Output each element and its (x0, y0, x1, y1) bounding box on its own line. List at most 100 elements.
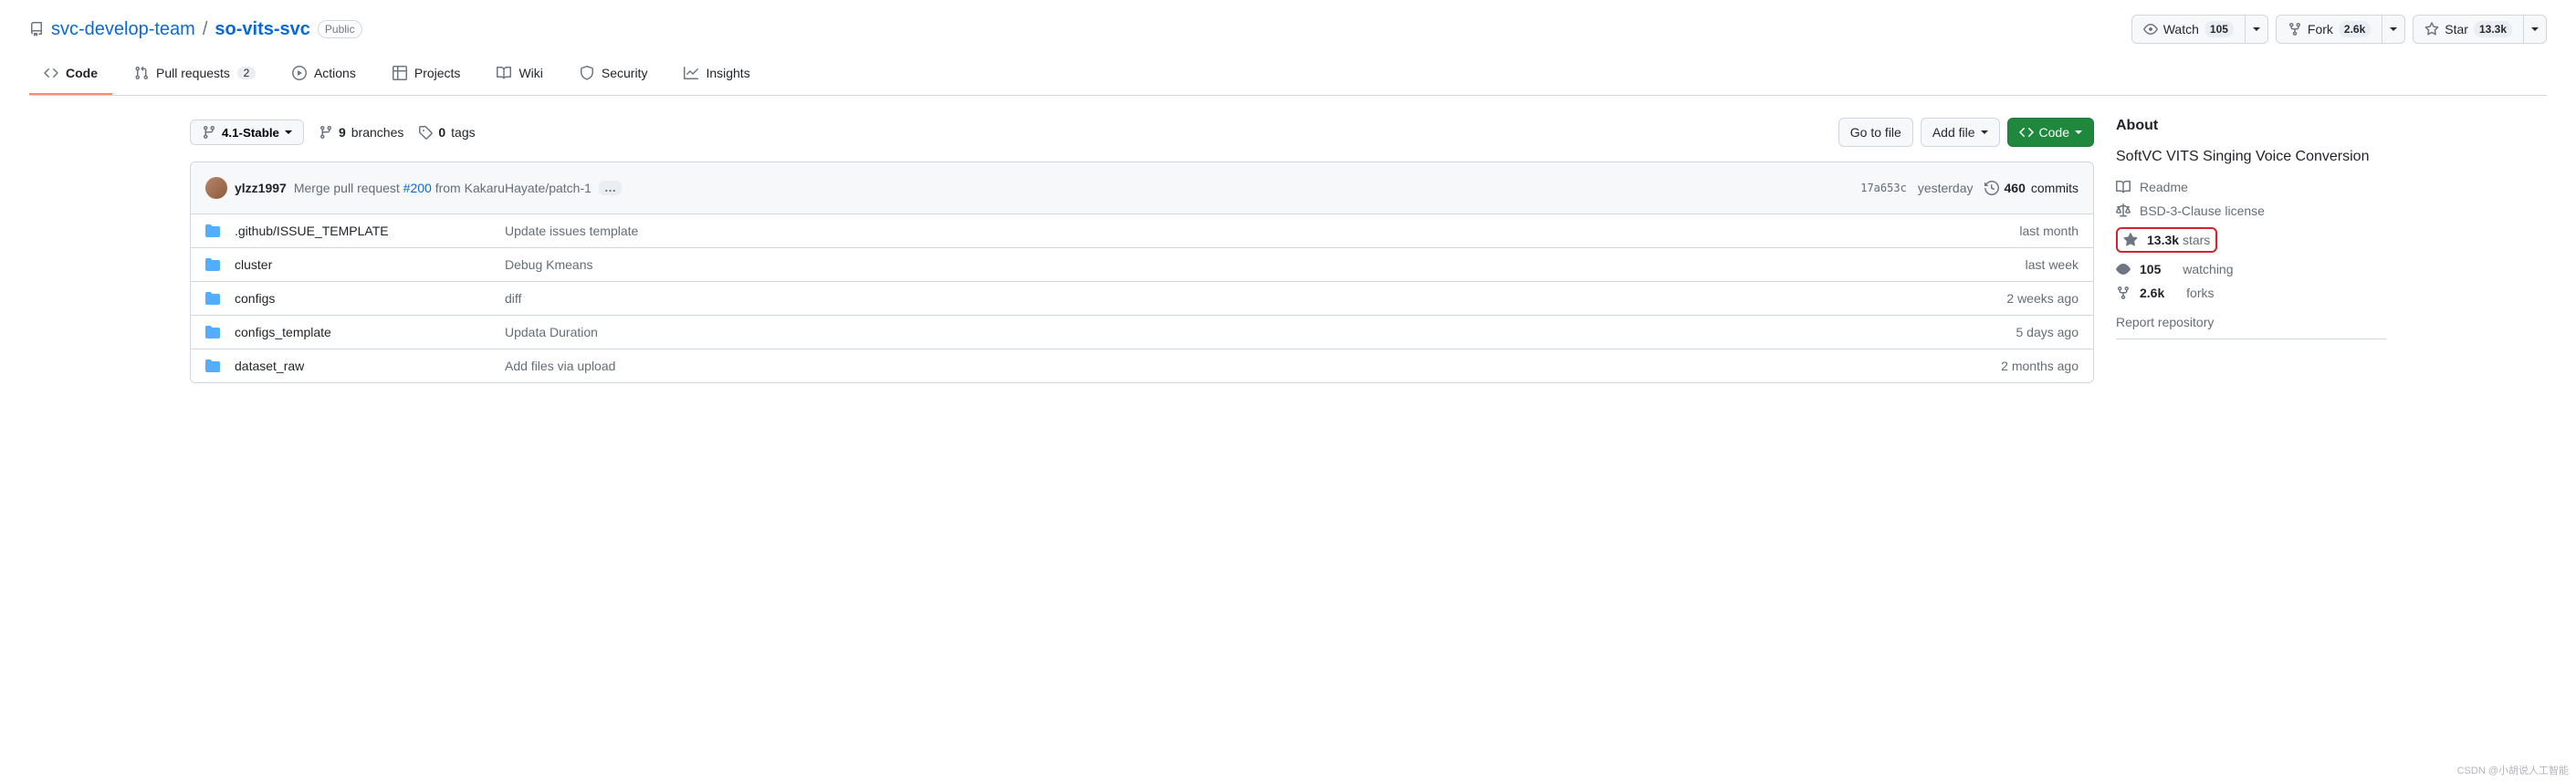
table-row: configs diff 2 weeks ago (191, 282, 2093, 316)
add-file-label: Add file (1932, 123, 1975, 141)
folder-icon (205, 325, 220, 339)
avatar[interactable] (205, 177, 227, 199)
branch-select[interactable]: 4.1-Stable (190, 120, 304, 145)
file-list-box: ylzz1997 Merge pull request #200 from Ka… (190, 161, 2094, 383)
watch-count: 105 (2204, 21, 2234, 37)
play-icon (292, 66, 307, 80)
fork-icon (2288, 22, 2302, 36)
tab-wiki[interactable]: Wiki (482, 58, 557, 95)
file-commit-message[interactable]: Add files via upload (505, 359, 1986, 373)
forks-link[interactable]: 2.6k forks (2116, 286, 2386, 300)
shield-icon (580, 66, 594, 80)
file-date: 2 months ago (2001, 359, 2079, 373)
file-commit-message[interactable]: Updata Duration (505, 325, 2002, 339)
visibility-badge: Public (318, 20, 362, 38)
about-heading: About (2116, 118, 2386, 134)
book-icon (2116, 180, 2131, 194)
star-button[interactable]: Star 13.3k (2413, 15, 2524, 44)
star-icon (2123, 233, 2138, 247)
tab-actions-label: Actions (314, 66, 356, 80)
code-icon (2019, 125, 2034, 140)
commit-message[interactable]: Merge pull request #200 from KakaruHayat… (294, 181, 592, 195)
file-commit-message[interactable]: Update issues template (505, 224, 2005, 238)
tab-pulls[interactable]: Pull requests 2 (120, 58, 270, 95)
eye-icon (2143, 22, 2158, 36)
commits-count: 460 (2005, 181, 2026, 195)
file-date: last week (2026, 257, 2079, 272)
file-name[interactable]: .github/ISSUE_TEMPLATE (235, 224, 490, 238)
star-dropdown[interactable] (2524, 15, 2547, 44)
file-name[interactable]: configs_template (235, 325, 490, 339)
tags-count: 0 (438, 125, 445, 140)
report-repository-link[interactable]: Report repository (2116, 315, 2214, 329)
tab-security-label: Security (602, 66, 648, 80)
fork-dropdown[interactable] (2382, 15, 2405, 44)
branch-name: 4.1-Stable (222, 126, 279, 140)
branch-icon (202, 125, 216, 140)
license-link[interactable]: BSD-3-Clause license (2116, 203, 2386, 218)
tags-link[interactable]: 0 tags (418, 125, 475, 140)
book-icon (497, 66, 511, 80)
commit-sha[interactable]: 17a653c (1860, 182, 1907, 194)
repo-owner-link[interactable]: svc-develop-team (51, 19, 195, 40)
commit-date: yesterday (1918, 181, 1974, 195)
table-row: .github/ISSUE_TEMPLATE Update issues tem… (191, 214, 2093, 248)
file-commit-message[interactable]: Debug Kmeans (505, 257, 2011, 272)
repo-icon (29, 22, 44, 36)
readme-link[interactable]: Readme (2116, 180, 2386, 194)
file-commit-message[interactable]: diff (505, 291, 1992, 306)
pr-link[interactable]: #200 (403, 181, 432, 195)
repo-header: svc-develop-team / so-vits-svc Public Wa… (29, 15, 2547, 58)
latest-commit: ylzz1997 Merge pull request #200 from Ka… (191, 162, 2093, 214)
fork-button[interactable]: Fork 2.6k (2276, 15, 2382, 44)
about-sidebar: About SoftVC VITS Singing Voice Conversi… (2116, 118, 2386, 339)
history-icon (1984, 181, 1999, 195)
expand-commit-button[interactable]: … (599, 181, 622, 195)
table-row: dataset_raw Add files via upload 2 month… (191, 349, 2093, 382)
watching-link[interactable]: 105 watching (2116, 262, 2386, 276)
watermark: CSDN @小胡说人工智能 (2457, 763, 2569, 777)
files-panel: 4.1-Stable 9 branches 0 tags G (190, 118, 2094, 383)
branches-label: branches (351, 125, 404, 140)
branches-count: 9 (339, 125, 346, 140)
commit-author[interactable]: ylzz1997 (235, 181, 287, 195)
table-row: configs_template Updata Duration 5 days … (191, 316, 2093, 349)
repo-nav: Code Pull requests 2 Actions Projects Wi… (29, 58, 2547, 96)
file-date: 5 days ago (2016, 325, 2079, 339)
goto-file-button[interactable]: Go to file (1838, 118, 1913, 147)
file-name[interactable]: cluster (235, 257, 490, 272)
eye-icon (2116, 262, 2131, 276)
watch-button[interactable]: Watch 105 (2131, 15, 2246, 44)
folder-icon (205, 257, 220, 272)
tab-wiki-label: Wiki (518, 66, 542, 80)
law-icon (2116, 203, 2131, 218)
star-count: 13.3k (2474, 21, 2512, 37)
tab-security[interactable]: Security (565, 58, 663, 95)
tab-projects[interactable]: Projects (378, 58, 476, 95)
file-date: 2 weeks ago (2006, 291, 2079, 306)
star-icon (2424, 22, 2439, 36)
pulls-count: 2 (237, 67, 256, 79)
tab-pulls-label: Pull requests (156, 66, 230, 80)
fork-icon (2116, 286, 2131, 300)
code-button-label: Code (2039, 123, 2069, 141)
branches-link[interactable]: 9 branches (319, 125, 403, 140)
watch-label: Watch (2163, 20, 2199, 38)
tags-label: tags (451, 125, 475, 140)
tab-code[interactable]: Code (29, 58, 112, 95)
file-name[interactable]: dataset_raw (235, 359, 490, 373)
add-file-button[interactable]: Add file (1921, 118, 2000, 147)
tab-insights[interactable]: Insights (669, 58, 764, 95)
repo-name-link[interactable]: so-vits-svc (215, 19, 310, 40)
stars-link[interactable]: 13.3k stars (2116, 227, 2217, 253)
file-name[interactable]: configs (235, 291, 490, 306)
tab-actions[interactable]: Actions (277, 58, 371, 95)
folder-icon (205, 291, 220, 306)
table-icon (393, 66, 407, 80)
tab-insights-label: Insights (706, 66, 749, 80)
code-button[interactable]: Code (2007, 118, 2094, 147)
commits-link[interactable]: 460 commits (1984, 181, 2079, 195)
repo-actions: Watch 105 Fork 2.6k Star 13.3k (2131, 15, 2547, 44)
watch-dropdown[interactable] (2246, 15, 2268, 44)
code-icon (44, 66, 58, 80)
